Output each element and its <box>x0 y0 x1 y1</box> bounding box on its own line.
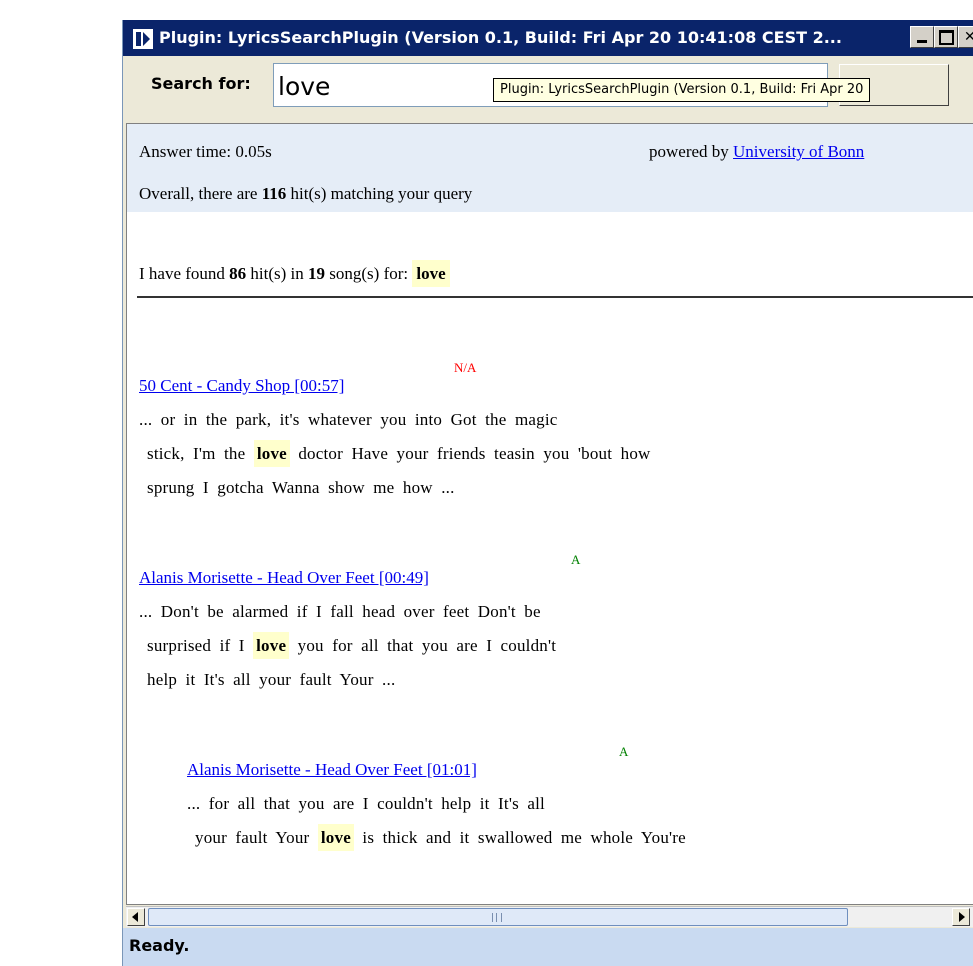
found-prefix: I have found <box>139 264 225 283</box>
match-highlight: love <box>317 824 354 851</box>
divider <box>137 296 973 298</box>
answer-time: Answer time: 0.05s <box>139 142 272 161</box>
status-text: Ready. <box>129 936 190 955</box>
found-mid: hit(s) in <box>250 264 304 283</box>
tooltip: Plugin: LyricsSearchPlugin (Version 0.1,… <box>493 78 871 102</box>
snippet-line: surprised if I love you for all that you… <box>147 632 556 659</box>
result-link-head-over-feet-0049[interactable]: Alanis Morisette - Head Over Feet [00:49… <box>139 568 429 588</box>
result-badge: A <box>571 552 581 567</box>
query-highlight: love <box>412 260 450 287</box>
overall-count: 116 <box>261 184 287 203</box>
overall-prefix: Overall, there are <box>139 184 258 203</box>
found-hits: 86 <box>229 264 247 283</box>
result-link-head-over-feet-0101[interactable]: Alanis Morisette - Head Over Feet [01:01… <box>187 760 477 780</box>
found-suffix: song(s) for: <box>329 264 409 283</box>
title-bar[interactable]: Plugin: LyricsSearchPlugin (Version 0.1,… <box>123 20 973 56</box>
overall-hits-text: Overall, there are 116 hit(s) matching y… <box>139 184 472 204</box>
maximize-button[interactable] <box>934 26 958 48</box>
plugin-window: Plugin: LyricsSearchPlugin (Version 0.1,… <box>122 20 973 966</box>
minimize-button[interactable] <box>910 26 934 48</box>
overall-suffix: hit(s) matching your query <box>290 184 473 203</box>
snippet-line: help it It's all your fault Your ... <box>147 670 396 689</box>
search-toolbar: Search for: love Plugin: LyricsSearchPlu… <box>123 56 973 120</box>
results-pane[interactable]: Answer time: 0.05s powered by University… <box>126 123 973 905</box>
snippet-line: ... for all that you are I couldn't help… <box>187 794 545 813</box>
found-summary: I have found 86 hit(s) in 19 song(s) for… <box>139 260 450 287</box>
snippet-line: stick, I'm the love doctor Have your fri… <box>147 440 651 467</box>
plugin-app-icon <box>133 29 153 49</box>
horizontal-scrollbar[interactable] <box>126 906 973 927</box>
snippet-line: ... or in the park, it's whatever you in… <box>139 410 558 429</box>
powered-by-label: powered by <box>649 142 729 161</box>
window-title: Plugin: LyricsSearchPlugin (Version 0.1,… <box>159 28 842 47</box>
grip-icon <box>492 913 502 922</box>
result-badge: N/A <box>454 360 477 375</box>
result-link-candy-shop[interactable]: 50 Cent - Candy Shop [00:57] <box>139 376 344 396</box>
university-of-bonn-link[interactable]: University of Bonn <box>733 142 864 161</box>
match-highlight: love <box>253 440 290 467</box>
snippet-line: ... Don't be alarmed if I fall head over… <box>139 602 541 621</box>
close-button[interactable] <box>958 26 973 48</box>
snippet-line: sprung I gotcha Wanna show me how ... <box>147 478 455 497</box>
status-bar: Ready. <box>123 928 973 966</box>
powered-by: powered by University of Bonn <box>649 142 864 162</box>
scroll-left-arrow-icon[interactable] <box>127 908 145 926</box>
search-label: Search for: <box>151 74 251 93</box>
match-highlight: love <box>253 632 290 659</box>
query-info-panel: Answer time: 0.05s powered by University… <box>127 124 973 212</box>
scroll-right-arrow-icon[interactable] <box>952 908 970 926</box>
result-badge: A <box>619 744 629 759</box>
found-songs: 19 <box>308 264 326 283</box>
snippet-line: your fault Your love is thick and it swa… <box>195 824 686 851</box>
scrollbar-thumb[interactable] <box>148 908 848 926</box>
